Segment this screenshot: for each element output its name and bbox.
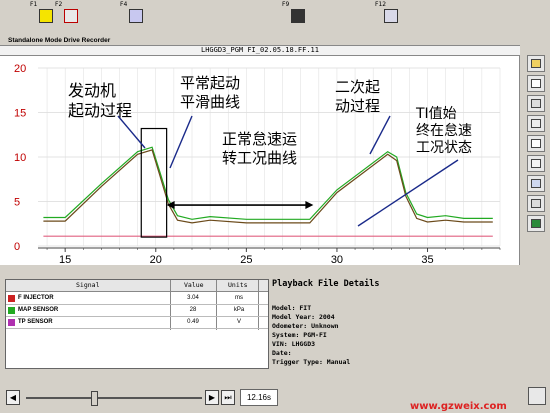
watermark: www.gzweix.com	[410, 401, 507, 412]
sensor-units: kPa	[233, 307, 245, 313]
chart-annotation: 二次起	[335, 78, 380, 96]
f9-record-button[interactable]: F9	[282, 1, 312, 35]
slider-thumb[interactable]	[90, 391, 98, 406]
f4-tools-button[interactable]: F4	[120, 1, 150, 35]
data-chart: 20 15 10 5 0 15 20 25 30 35 发动机 起动过程 平常起动 平滑曲线正常怠速运 转工…	[0, 56, 520, 265]
sensor-name: TP SENSOR	[18, 319, 53, 325]
chart-annotation: 动过程	[335, 97, 380, 115]
save-button[interactable]	[528, 387, 546, 405]
rewind-icon: ◀	[9, 393, 17, 402]
graph-icon	[531, 79, 541, 88]
chart-annotation: 正常怠速运	[222, 130, 297, 148]
playback-details: Playback File Details Model: FIT Model Y…	[270, 279, 520, 379]
sensor-name: F INJECTOR	[18, 295, 54, 301]
detail-line: Odometer: Unknown	[272, 322, 339, 330]
f2-vehicle-button[interactable]: F2	[55, 1, 85, 35]
color-swatch	[8, 295, 15, 302]
document-button[interactable]	[527, 135, 545, 152]
sensor-value: 0.49	[187, 319, 199, 325]
value-header: Value	[184, 281, 204, 289]
car-icon	[64, 9, 78, 23]
forward-icon: ▶	[208, 393, 216, 402]
detail-line: Date:	[272, 349, 292, 357]
exit-icon	[531, 219, 541, 228]
y-tick-label: 5	[14, 197, 20, 209]
y-tick-label: 15	[14, 108, 26, 120]
chart-annotation: 平滑曲线	[180, 93, 240, 111]
detail-line: VIN: LHGGD3	[272, 340, 316, 348]
units-header: Units	[228, 281, 248, 289]
forward-button[interactable]: ▶	[205, 390, 219, 405]
color-swatch	[8, 307, 15, 314]
rewind-button[interactable]: ◀	[6, 390, 20, 405]
tools-icon	[129, 9, 143, 23]
x-tick-label: 30	[331, 254, 343, 265]
chart-header: LHGGD3_PGM FI_02.05.18.FF.11	[0, 45, 520, 56]
annotation-pointer	[169, 115, 193, 169]
open-folder-button[interactable]	[527, 55, 545, 72]
chart-annotation: 工况状态	[416, 140, 472, 156]
printer-icon	[384, 9, 398, 23]
x-tick-label: 15	[59, 254, 71, 265]
chart-annotation: 终在怠速	[416, 123, 472, 139]
printer-icon	[531, 99, 541, 108]
record-icon	[291, 9, 305, 23]
chart-svg: 20 15 10 5 0 15 20 25 30 35 发动机起动过程 平常起动平滑曲线正常怠速运转工…	[14, 63, 501, 265]
y-tick-label: 0	[14, 241, 20, 253]
lower-panel: Signal Value Units F INJECTOR 3.04 ms MA…	[0, 267, 520, 384]
color-swatch	[8, 319, 15, 326]
help-icon	[39, 9, 53, 23]
y-tick-label: 10	[14, 152, 26, 164]
settings-button[interactable]	[527, 195, 545, 212]
sensor-table-header: Signal Value Units	[6, 280, 268, 292]
document-icon	[531, 139, 541, 148]
chart-annotation: 转工况曲线	[222, 149, 297, 167]
signal-header: Signal	[76, 281, 100, 289]
f12-print-button[interactable]: F12	[375, 1, 405, 35]
sensor-units: V	[236, 319, 241, 325]
app-window: F1 F2 F4 F9 F12 Standalone Mode Drive Re…	[0, 0, 550, 413]
sensor-row[interactable]: F INJECTOR 3.04 ms	[6, 293, 268, 305]
list-view-button[interactable]	[527, 115, 545, 132]
chart-annotation: TI值始	[415, 106, 457, 122]
zoom-icon	[531, 179, 541, 188]
mode-status: Standalone Mode Drive Recorder	[8, 37, 111, 44]
detail-line: Trigger Type: Manual	[272, 358, 351, 366]
sensor-row[interactable]: MAP SENSOR 28 kPa	[6, 305, 268, 317]
detail-line: System: PGM-FI	[272, 331, 327, 339]
chart-annotation: 平常起动	[180, 74, 240, 92]
detail-line: Model Year: 2004	[272, 313, 335, 321]
sensor-value: 3.04	[187, 295, 199, 301]
zoom-button[interactable]	[527, 175, 545, 192]
chart-annotation: 发动机	[68, 81, 116, 100]
gear-icon	[531, 199, 541, 208]
sensor-row[interactable]: TP SENSOR 0.49 V	[6, 317, 268, 329]
x-tick-label: 25	[240, 254, 252, 265]
time-readout: 12.16s	[240, 389, 278, 406]
table-icon	[531, 159, 541, 168]
arrow-head-right	[305, 201, 314, 210]
graph-view-button[interactable]	[527, 75, 545, 92]
x-tick-label: 20	[150, 254, 162, 265]
print-button[interactable]	[527, 95, 545, 112]
exit-button[interactable]	[527, 215, 545, 232]
list-icon	[531, 119, 541, 128]
y-tick-label: 20	[14, 63, 26, 75]
sensor-units: ms	[235, 295, 243, 301]
right-toolbar	[522, 45, 550, 385]
playback-slider[interactable]	[26, 397, 202, 399]
function-toolbar: F1 F2 F4 F9 F12	[0, 0, 550, 36]
end-button[interactable]: ⏭	[221, 390, 235, 405]
sensor-table: Signal Value Units F INJECTOR 3.04 ms MA…	[5, 279, 269, 369]
sensor-value: 28	[189, 307, 197, 313]
table-view-button[interactable]	[527, 155, 545, 172]
x-tick-label: 35	[421, 254, 433, 265]
details-title: Playback File Details	[272, 279, 380, 289]
folder-icon	[531, 59, 541, 68]
skip-end-icon: ⏭	[224, 393, 232, 402]
sensor-name: MAP SENSOR	[18, 307, 59, 313]
chart-annotation: 起动过程	[68, 101, 132, 120]
detail-line: Model: FIT	[272, 304, 312, 312]
